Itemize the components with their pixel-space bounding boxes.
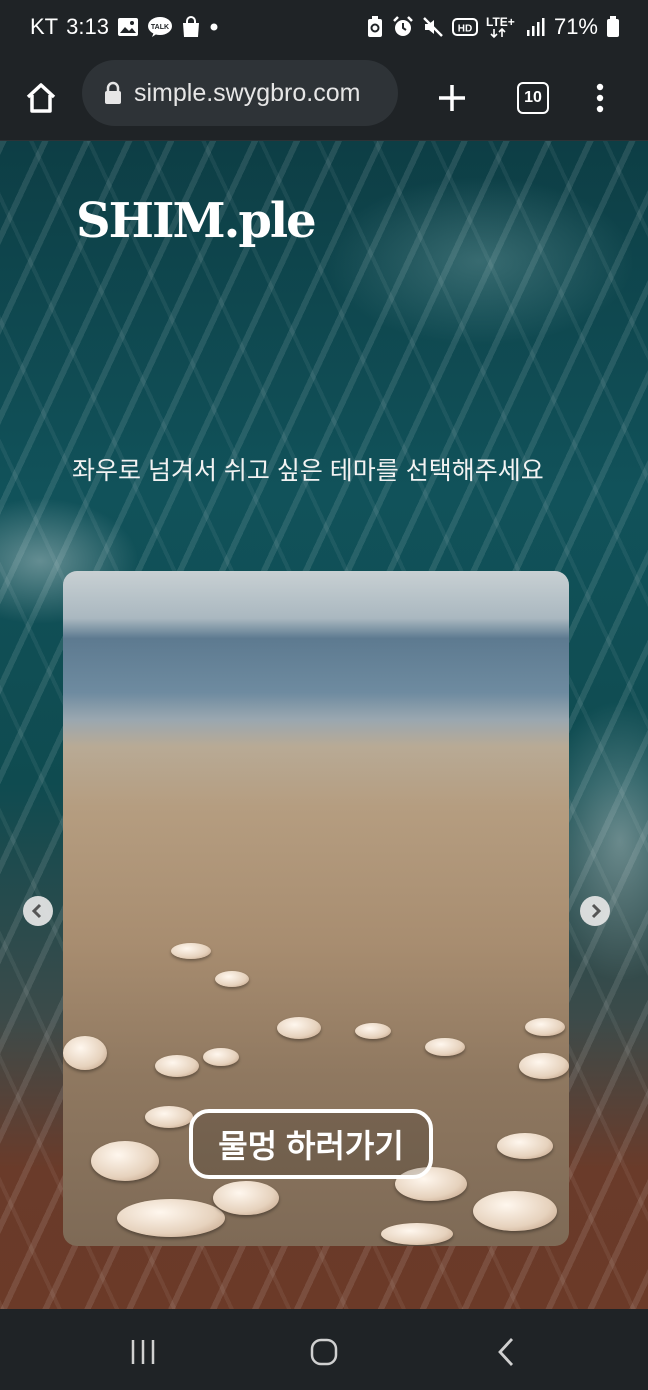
svg-text:TALK: TALK: [151, 24, 169, 31]
status-right: HD LTE+ 71%: [366, 14, 620, 40]
chevron-right-icon: [591, 903, 602, 919]
recents-icon: [131, 1340, 155, 1364]
browser-toolbar: simple.swygbro.com 10: [0, 58, 648, 141]
instruction-text: 좌우로 넘겨서 쉬고 싶은 테마를 선택해주세요: [72, 457, 544, 485]
svg-text:LTE+: LTE+: [486, 15, 515, 29]
clock: 3:13: [66, 14, 109, 39]
web-page: SHIM.ple 좌우로 넘겨서 쉬고 싶은 테마를 선택해주세요 물멍 하러가…: [0, 141, 648, 1309]
home-circle-icon: [310, 1338, 338, 1366]
kakaotalk-icon: TALK: [147, 16, 173, 38]
more-vert-icon: [596, 83, 604, 113]
carousel-prev-button[interactable]: [23, 896, 53, 926]
gallery-icon: [117, 17, 139, 37]
theme-card[interactable]: 물멍 하러가기: [63, 571, 569, 1246]
battery-icon: [606, 16, 620, 38]
home-button[interactable]: [15, 72, 67, 124]
menu-button[interactable]: [574, 72, 626, 124]
signal-icon: [526, 18, 546, 36]
carrier-label: KT: [30, 14, 59, 39]
mute-icon: [422, 16, 444, 38]
plus-icon: [439, 85, 465, 111]
site-logo[interactable]: SHIM.ple: [76, 193, 317, 249]
dot-icon: [209, 22, 219, 32]
shopping-bag-icon: [181, 16, 201, 38]
svg-text:HD: HD: [458, 24, 472, 35]
data-saver-icon: [366, 16, 384, 38]
alarm-icon: [392, 16, 414, 38]
url-text[interactable]: simple.swygbro.com: [134, 79, 360, 108]
tab-switcher-button[interactable]: 10: [507, 72, 559, 124]
battery-percent: 71%: [553, 14, 598, 39]
lock-icon: [104, 81, 122, 105]
system-nav-bar: [0, 1310, 648, 1390]
carousel-next-button[interactable]: [580, 896, 610, 926]
tab-count: 10: [517, 82, 549, 114]
chevron-left-icon: [31, 903, 42, 919]
new-tab-button[interactable]: [426, 72, 478, 124]
back-icon: [498, 1338, 514, 1366]
home-icon: [26, 83, 56, 113]
recents-button[interactable]: [113, 1334, 173, 1370]
home-nav-button[interactable]: [294, 1334, 354, 1370]
address-bar[interactable]: simple.swygbro.com: [82, 60, 398, 126]
go-theme-button[interactable]: 물멍 하러가기: [189, 1109, 433, 1179]
hd-icon: HD: [451, 17, 478, 37]
back-button[interactable]: [476, 1334, 536, 1370]
lte-icon: LTE+: [486, 15, 518, 39]
status-bar: KT 3:13 TALK HD LTE+ 71%: [0, 0, 648, 58]
status-left: KT 3:13 TALK: [30, 14, 219, 40]
